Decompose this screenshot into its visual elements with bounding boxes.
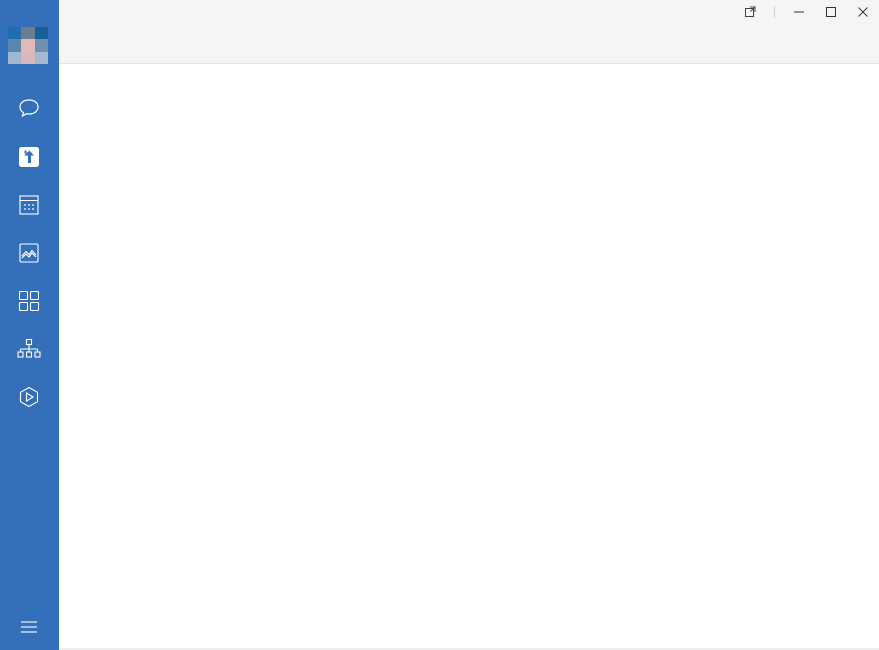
hamburger-menu-icon — [21, 621, 37, 633]
chat-bubble-icon — [19, 99, 39, 118]
avatar-pixel — [8, 39, 22, 52]
sidebar-item-upload[interactable] — [15, 143, 43, 171]
avatar-pixel — [21, 39, 35, 52]
avatar-pixel — [8, 51, 22, 64]
sidebar-item-organization[interactable] — [15, 335, 43, 363]
close-button[interactable] — [852, 2, 874, 22]
maximize-icon — [826, 7, 836, 17]
apps-grid-icon — [18, 290, 40, 312]
avatar-pixel — [21, 51, 35, 64]
avatar[interactable] — [8, 27, 48, 64]
image-gallery-icon — [19, 243, 39, 263]
avatar-pixel — [8, 27, 22, 40]
sidebar — [0, 0, 59, 650]
sidebar-item-play[interactable] — [15, 383, 43, 411]
sidebar-item-chat[interactable] — [15, 94, 43, 122]
hamburger-menu-button[interactable] — [15, 613, 43, 641]
minimize-icon — [794, 11, 804, 13]
close-icon — [858, 7, 868, 17]
pin-button[interactable] — [739, 2, 761, 22]
avatar-pixel — [34, 27, 48, 40]
sidebar-item-apps[interactable] — [15, 287, 43, 315]
minimize-button[interactable] — [788, 2, 810, 22]
pin-icon — [745, 6, 756, 17]
upload-arrow-icon — [19, 147, 39, 167]
avatar-pixel — [34, 51, 48, 64]
avatar-pixel — [21, 27, 35, 40]
avatar-pixel — [34, 39, 48, 52]
sidebar-item-gallery[interactable] — [15, 239, 43, 267]
title-divider — [774, 6, 775, 18]
sidebar-item-calendar[interactable] — [15, 191, 43, 219]
maximize-button[interactable] — [820, 2, 842, 22]
org-chart-icon — [17, 338, 41, 358]
hexagon-play-icon — [19, 386, 39, 408]
main-content — [59, 64, 879, 648]
calendar-icon — [19, 195, 39, 215]
